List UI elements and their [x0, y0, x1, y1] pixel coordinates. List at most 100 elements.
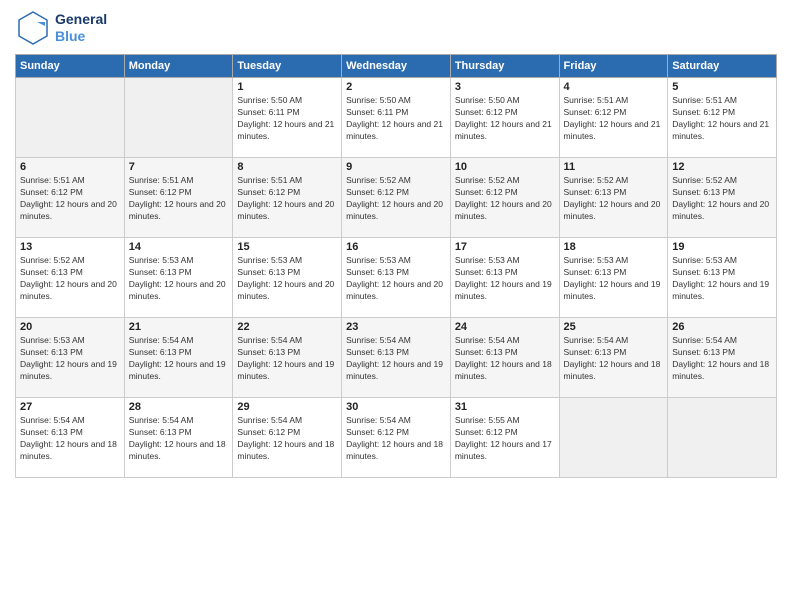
calendar-table: SundayMondayTuesdayWednesdayThursdayFrid…	[15, 54, 777, 478]
day-number: 6	[20, 161, 120, 173]
day-number: 8	[237, 161, 337, 173]
day-info: Sunrise: 5:51 AMSunset: 6:12 PMDaylight:…	[129, 175, 229, 223]
day-number: 14	[129, 241, 229, 253]
day-info: Sunrise: 5:51 AMSunset: 6:12 PMDaylight:…	[20, 175, 120, 223]
day-info: Sunrise: 5:54 AMSunset: 6:13 PMDaylight:…	[455, 335, 555, 383]
day-info: Sunrise: 5:51 AMSunset: 6:12 PMDaylight:…	[237, 175, 337, 223]
calendar-cell: 6 Sunrise: 5:51 AMSunset: 6:12 PMDaylight…	[16, 158, 125, 238]
day-info: Sunrise: 5:54 AMSunset: 6:13 PMDaylight:…	[20, 415, 120, 463]
calendar-cell: 10 Sunrise: 5:52 AMSunset: 6:12 PMDayligh…	[450, 158, 559, 238]
day-number: 1	[237, 81, 337, 93]
calendar-cell: 31Sunrise: 5:55 AMSunset: 6:12 PMDayligh…	[450, 398, 559, 478]
day-number: 9	[346, 161, 446, 173]
day-info: Sunrise: 5:53 AMSunset: 6:13 PMDaylight:…	[237, 255, 337, 303]
logo-svg	[15, 10, 51, 46]
day-info: Sunrise: 5:52 AMSunset: 6:13 PMDaylight:…	[672, 175, 772, 223]
calendar-cell: 28 Sunrise: 5:54 AMSunset: 6:13 PMDayligh…	[124, 398, 233, 478]
day-number: 25	[564, 321, 664, 333]
day-info: Sunrise: 5:50 AMSunset: 6:11 PMDaylight:…	[237, 95, 337, 143]
calendar-cell: 13 Sunrise: 5:52 AMSunset: 6:13 PMDayligh…	[16, 238, 125, 318]
calendar-cell: 7 Sunrise: 5:51 AMSunset: 6:12 PMDaylight…	[124, 158, 233, 238]
day-number: 21	[129, 321, 229, 333]
day-info: Sunrise: 5:54 AMSunset: 6:13 PMDaylight:…	[129, 415, 229, 463]
day-number: 2	[346, 81, 446, 93]
calendar-cell: 23 Sunrise: 5:54 AMSunset: 6:13 PMDayligh…	[342, 318, 451, 398]
day-number: 24	[455, 321, 555, 333]
day-info: Sunrise: 5:53 AMSunset: 6:13 PMDaylight:…	[129, 255, 229, 303]
day-info: Sunrise: 5:52 AMSunset: 6:12 PMDaylight:…	[346, 175, 446, 223]
day-info: Sunrise: 5:54 AMSunset: 6:12 PMDaylight:…	[346, 415, 446, 463]
calendar-cell: 14 Sunrise: 5:53 AMSunset: 6:13 PMDayligh…	[124, 238, 233, 318]
calendar-week-2: 6 Sunrise: 5:51 AMSunset: 6:12 PMDaylight…	[16, 158, 777, 238]
day-number: 17	[455, 241, 555, 253]
day-number: 10	[455, 161, 555, 173]
day-info: Sunrise: 5:54 AMSunset: 6:13 PMDaylight:…	[237, 335, 337, 383]
day-info: Sunrise: 5:53 AMSunset: 6:13 PMDaylight:…	[672, 255, 772, 303]
calendar-cell: 12 Sunrise: 5:52 AMSunset: 6:13 PMDayligh…	[668, 158, 777, 238]
weekday-header-tuesday: Tuesday	[233, 55, 342, 78]
calendar-cell	[16, 78, 125, 158]
day-info: Sunrise: 5:53 AMSunset: 6:13 PMDaylight:…	[346, 255, 446, 303]
calendar-week-1: 1 Sunrise: 5:50 AMSunset: 6:11 PMDaylight…	[16, 78, 777, 158]
day-number: 3	[455, 81, 555, 93]
weekday-header-row: SundayMondayTuesdayWednesdayThursdayFrid…	[16, 55, 777, 78]
calendar-week-5: 27 Sunrise: 5:54 AMSunset: 6:13 PMDayligh…	[16, 398, 777, 478]
day-number: 31	[455, 401, 555, 413]
day-number: 4	[564, 81, 664, 93]
weekday-header-saturday: Saturday	[668, 55, 777, 78]
day-number: 11	[564, 161, 664, 173]
calendar-cell: 19 Sunrise: 5:53 AMSunset: 6:13 PMDayligh…	[668, 238, 777, 318]
calendar-cell: 20 Sunrise: 5:53 AMSunset: 6:13 PMDayligh…	[16, 318, 125, 398]
weekday-header-friday: Friday	[559, 55, 668, 78]
calendar-cell: 30Sunrise: 5:54 AMSunset: 6:12 PMDayligh…	[342, 398, 451, 478]
day-info: Sunrise: 5:52 AMSunset: 6:13 PMDaylight:…	[564, 175, 664, 223]
day-info: Sunrise: 5:54 AMSunset: 6:12 PMDaylight:…	[237, 415, 337, 463]
day-number: 20	[20, 321, 120, 333]
day-info: Sunrise: 5:50 AMSunset: 6:11 PMDaylight:…	[346, 95, 446, 143]
logo-blue: Blue	[55, 28, 107, 45]
calendar-cell: 15 Sunrise: 5:53 AMSunset: 6:13 PMDayligh…	[233, 238, 342, 318]
day-number: 23	[346, 321, 446, 333]
day-number: 28	[129, 401, 229, 413]
calendar-cell: 17Sunrise: 5:53 AMSunset: 6:13 PMDayligh…	[450, 238, 559, 318]
day-number: 19	[672, 241, 772, 253]
day-number: 18	[564, 241, 664, 253]
day-info: Sunrise: 5:53 AMSunset: 6:13 PMDaylight:…	[20, 335, 120, 383]
calendar-cell: 5Sunrise: 5:51 AMSunset: 6:12 PMDaylight…	[668, 78, 777, 158]
calendar-cell: 16 Sunrise: 5:53 AMSunset: 6:13 PMDayligh…	[342, 238, 451, 318]
calendar-cell: 27 Sunrise: 5:54 AMSunset: 6:13 PMDayligh…	[16, 398, 125, 478]
weekday-header-monday: Monday	[124, 55, 233, 78]
day-number: 7	[129, 161, 229, 173]
calendar-cell: 26Sunrise: 5:54 AMSunset: 6:13 PMDayligh…	[668, 318, 777, 398]
day-number: 12	[672, 161, 772, 173]
day-number: 22	[237, 321, 337, 333]
day-number: 29	[237, 401, 337, 413]
calendar-cell: 11 Sunrise: 5:52 AMSunset: 6:13 PMDayligh…	[559, 158, 668, 238]
calendar-cell: 3 Sunrise: 5:50 AMSunset: 6:12 PMDaylight…	[450, 78, 559, 158]
day-number: 16	[346, 241, 446, 253]
day-number: 13	[20, 241, 120, 253]
calendar-week-3: 13 Sunrise: 5:52 AMSunset: 6:13 PMDayligh…	[16, 238, 777, 318]
day-info: Sunrise: 5:51 AMSunset: 6:12 PMDaylight:…	[564, 95, 664, 143]
day-info: Sunrise: 5:50 AMSunset: 6:12 PMDaylight:…	[455, 95, 555, 143]
calendar-cell: 1 Sunrise: 5:50 AMSunset: 6:11 PMDaylight…	[233, 78, 342, 158]
calendar-week-4: 20 Sunrise: 5:53 AMSunset: 6:13 PMDayligh…	[16, 318, 777, 398]
calendar-cell: 2 Sunrise: 5:50 AMSunset: 6:11 PMDaylight…	[342, 78, 451, 158]
day-info: Sunrise: 5:54 AMSunset: 6:13 PMDaylight:…	[129, 335, 229, 383]
day-number: 5	[672, 81, 772, 93]
calendar-cell: 24 Sunrise: 5:54 AMSunset: 6:13 PMDayligh…	[450, 318, 559, 398]
weekday-header-wednesday: Wednesday	[342, 55, 451, 78]
day-info: Sunrise: 5:52 AMSunset: 6:13 PMDaylight:…	[20, 255, 120, 303]
calendar-cell: 9 Sunrise: 5:52 AMSunset: 6:12 PMDaylight…	[342, 158, 451, 238]
day-number: 15	[237, 241, 337, 253]
calendar-cell	[668, 398, 777, 478]
day-info: Sunrise: 5:52 AMSunset: 6:12 PMDaylight:…	[455, 175, 555, 223]
day-info: Sunrise: 5:54 AMSunset: 6:13 PMDaylight:…	[346, 335, 446, 383]
calendar-cell: 4 Sunrise: 5:51 AMSunset: 6:12 PMDaylight…	[559, 78, 668, 158]
day-number: 27	[20, 401, 120, 413]
day-info: Sunrise: 5:53 AMSunset: 6:13 PMDaylight:…	[564, 255, 664, 303]
calendar-cell: 22 Sunrise: 5:54 AMSunset: 6:13 PMDayligh…	[233, 318, 342, 398]
header: General Blue	[15, 10, 777, 46]
day-number: 26	[672, 321, 772, 333]
calendar-cell: 25Sunrise: 5:54 AMSunset: 6:13 PMDayligh…	[559, 318, 668, 398]
